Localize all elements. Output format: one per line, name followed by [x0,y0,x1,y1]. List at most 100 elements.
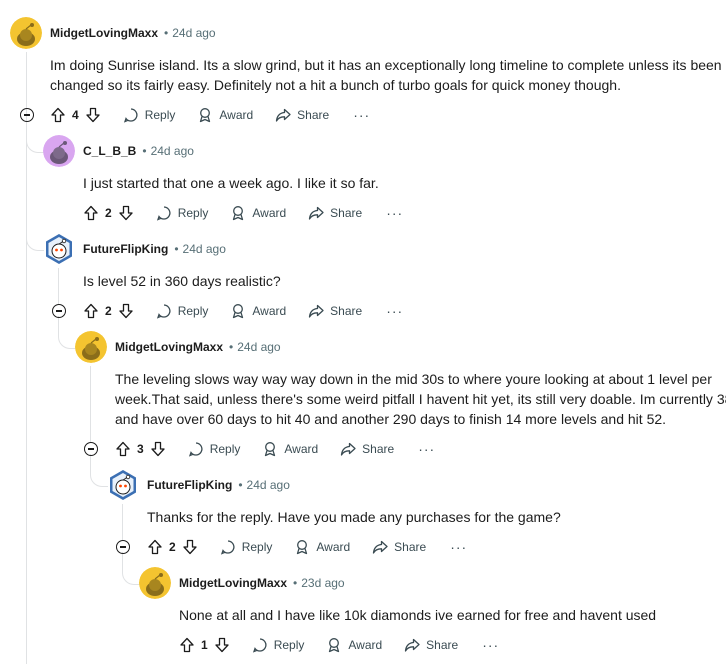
reply-label: Reply [273,638,305,652]
avatar[interactable] [43,233,75,265]
avatar[interactable] [75,331,107,363]
thread-connector [122,552,140,585]
award-button[interactable]: Award [326,637,382,653]
upvote-icon[interactable] [83,303,99,319]
award-button[interactable]: Award [262,441,318,457]
comment-text: Thanks for the reply. Have you made any … [147,509,561,525]
thread-connector [58,316,76,349]
vote-score: 2 [105,304,112,318]
reply-button[interactable]: Reply [123,107,175,123]
comment-time[interactable]: 24d ago [172,26,215,40]
reply-button[interactable]: Reply [156,205,209,221]
upvote-icon[interactable] [147,539,163,555]
thread-connector [26,120,44,153]
comment-text: Is level 52 in 360 days realistic? [83,273,281,289]
thread-connector [26,218,44,251]
downvote-icon[interactable] [214,637,230,653]
comment-author[interactable]: FutureFlipKing [83,242,168,256]
vote-score: 2 [169,540,176,554]
collapse-thread-button[interactable] [52,304,66,318]
thread-line-level4 [122,504,123,540]
avatar[interactable] [10,17,42,49]
comment-author[interactable]: MidgetLovingMaxx [50,26,158,40]
downvote-icon[interactable] [150,441,166,457]
separator-dot: • [229,340,234,354]
downvote-icon[interactable] [118,205,134,221]
thread-line-level2 [58,268,59,304]
reply-button[interactable]: Reply [188,441,241,457]
reply-icon [220,540,235,555]
collapse-thread-button[interactable] [20,108,34,122]
share-icon [309,304,324,318]
award-button[interactable]: Award [197,107,253,123]
reply-label: Reply [209,442,241,456]
reply-label: Reply [177,304,209,318]
thread-connector [90,454,108,487]
more-options-button[interactable]: ··· [353,107,370,123]
comment-time[interactable]: 24d ago [183,242,226,256]
reply-icon [188,442,203,457]
separator-dot: • [164,26,169,40]
award-label: Award [284,442,319,456]
upvote-icon[interactable] [179,637,195,653]
reply-label: Reply [241,540,273,554]
share-label: Share [330,304,363,318]
comment-author[interactable]: MidgetLovingMaxx [115,340,223,354]
share-button[interactable]: Share [372,539,426,555]
share-label: Share [330,206,363,220]
more-options-button[interactable]: ··· [386,205,403,221]
share-button[interactable]: Share [308,205,362,221]
collapse-thread-button[interactable] [116,540,130,554]
avatar[interactable] [43,135,75,167]
share-label: Share [394,540,427,554]
comment-time[interactable]: 24d ago [237,340,280,354]
more-options-button[interactable]: ··· [450,539,467,555]
share-button[interactable]: Share [404,637,458,653]
comment-author[interactable]: FutureFlipKing [147,478,232,492]
award-button[interactable]: Award [294,539,350,555]
share-icon [373,540,388,554]
reply-label: Reply [177,206,209,220]
upvote-icon[interactable] [83,205,99,221]
comment-author[interactable]: C_L_B_B [83,144,136,158]
downvote-icon[interactable] [182,539,198,555]
vote-score: 2 [105,206,112,220]
award-icon [233,206,244,221]
award-button[interactable]: Award [230,303,286,319]
comment-time[interactable]: 23d ago [301,576,344,590]
more-options-button[interactable]: ··· [386,303,403,319]
separator-dot: • [238,478,243,492]
snoo-hex-icon [46,234,72,264]
snoo-purple-icon [43,135,75,167]
avatar[interactable] [107,469,139,501]
comment-time[interactable]: 24d ago [151,144,194,158]
avatar[interactable] [139,567,171,599]
more-options-button[interactable]: ··· [418,441,435,457]
downvote-icon[interactable] [118,303,134,319]
reply-icon [123,108,138,123]
award-icon [200,108,211,123]
upvote-icon[interactable] [50,107,66,123]
separator-dot: • [142,144,147,158]
more-options-button[interactable]: ··· [482,637,499,653]
upvote-icon[interactable] [115,441,131,457]
reply-button[interactable]: Reply [220,539,273,555]
award-button[interactable]: Award [230,205,286,221]
downvote-icon[interactable] [85,107,101,123]
share-label: Share [426,638,459,652]
comment-author[interactable]: MidgetLovingMaxx [179,576,287,590]
share-icon [276,108,291,122]
thread-line-level3 [90,366,91,442]
reply-icon [156,206,171,221]
separator-dot: • [293,576,298,590]
collapse-thread-button[interactable] [84,442,98,456]
share-button[interactable]: Share [308,303,362,319]
reply-button[interactable]: Reply [252,637,305,653]
reply-button[interactable]: Reply [156,303,209,319]
comment-time[interactable]: 24d ago [247,478,290,492]
award-icon [233,304,244,319]
award-icon [297,540,308,555]
award-label: Award [252,304,287,318]
share-button[interactable]: Share [275,107,329,123]
share-button[interactable]: Share [340,441,394,457]
